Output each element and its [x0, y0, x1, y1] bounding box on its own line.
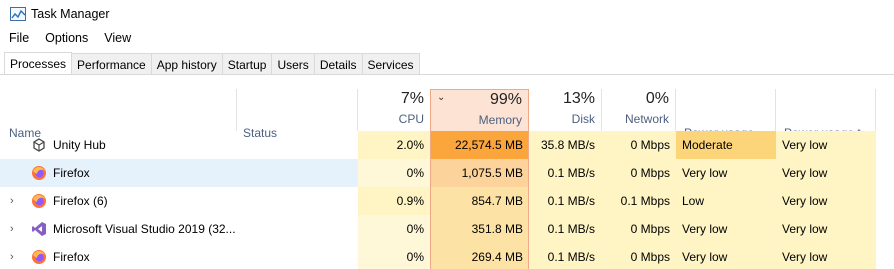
cpu-cell: 0%: [358, 243, 430, 269]
tab-performance[interactable]: Performance: [72, 53, 152, 75]
memory-cell: 854.7 MB: [430, 187, 529, 215]
disk-cell: 0.1 MB/s: [529, 215, 601, 243]
sort-descending-icon: ⌄: [437, 92, 446, 103]
chevron-right-icon[interactable]: ›: [10, 251, 14, 263]
memory-cell: 269.4 MB: [430, 243, 529, 269]
visual-studio-icon: [31, 221, 47, 237]
network-percent: 0%: [645, 90, 669, 107]
network-cell: 0 Mbps: [601, 159, 676, 187]
memory-cell: 1,075.5 MB: [430, 159, 529, 187]
firefox-icon: [31, 249, 47, 265]
firefox-icon: [31, 165, 47, 181]
memory-cell: 22,574.5 MB: [430, 131, 529, 159]
task-manager-icon: [10, 7, 26, 21]
process-name: Unity Hub: [53, 138, 106, 152]
process-name: Microsoft Visual Studio 2019 (32...: [53, 222, 236, 236]
power-trend-cell: Very low: [776, 159, 876, 187]
table-row[interactable]: › Firefox 0% 269.4 MB 0.1 MB/s 0 Mbps Very low…: [0, 243, 894, 269]
menu-bar: File Options View: [0, 29, 139, 49]
table-row[interactable]: › Microsoft Visual Studio 2019 (32... 0% 35…: [0, 215, 894, 243]
power-usage-cell: Very low: [676, 215, 776, 243]
process-name-cell[interactable]: › Firefox: [0, 243, 358, 269]
table-row[interactable]: › Firefox (6) 0.9% 854.7 MB 0.1 MB/s 0.1 Mbps…: [0, 187, 894, 215]
unity-icon: [31, 137, 47, 153]
power-trend-cell: Very low: [776, 243, 876, 269]
network-label: Network: [624, 112, 669, 126]
menu-file[interactable]: File: [0, 29, 37, 49]
menu-options[interactable]: Options: [37, 29, 96, 49]
memory-percent: 99%: [489, 91, 522, 108]
power-trend-cell: Very low: [776, 131, 876, 159]
tab-services[interactable]: Services: [362, 53, 420, 75]
memory-column-border: [430, 89, 431, 269]
tab-processes[interactable]: Processes: [4, 52, 73, 75]
power-usage-cell: Moderate: [676, 131, 776, 159]
disk-cell: 35.8 MB/s: [529, 131, 601, 159]
tab-divider: [0, 74, 894, 75]
table-row[interactable]: Firefox 0% 1,075.5 MB 0.1 MB/s 0 Mbps Very lo…: [0, 159, 894, 187]
title-bar: Task Manager: [0, 0, 894, 28]
process-name-cell[interactable]: › Firefox (6): [0, 187, 358, 215]
disk-cell: 0.1 MB/s: [529, 243, 601, 269]
firefox-icon: [31, 193, 47, 209]
power-usage-cell: Very low: [676, 159, 776, 187]
network-cell: 0.1 Mbps: [601, 187, 676, 215]
disk-cell: 0.1 MB/s: [529, 159, 601, 187]
tab-strip: Processes Performance App history Startu…: [4, 52, 420, 75]
network-cell: 0 Mbps: [601, 215, 676, 243]
tab-app-history[interactable]: App history: [151, 53, 223, 75]
tab-startup[interactable]: Startup: [222, 53, 273, 75]
process-name-cell[interactable]: Unity Hub: [0, 131, 358, 159]
tab-details[interactable]: Details: [314, 53, 363, 75]
cpu-percent: 7%: [400, 90, 424, 107]
memory-label: Memory: [478, 113, 522, 127]
chevron-right-icon[interactable]: ›: [10, 223, 14, 235]
cpu-cell: 0%: [358, 215, 430, 243]
power-usage-cell: Low: [676, 187, 776, 215]
cpu-cell: 2.0%: [358, 131, 430, 159]
disk-cell: 0.1 MB/s: [529, 187, 601, 215]
menu-view[interactable]: View: [96, 29, 139, 49]
process-name-cell[interactable]: › Microsoft Visual Studio 2019 (32...: [0, 215, 358, 243]
power-trend-cell: Very low: [776, 215, 876, 243]
cpu-cell: 0%: [358, 159, 430, 187]
memory-cell: 351.8 MB: [430, 215, 529, 243]
tab-users[interactable]: Users: [272, 53, 315, 75]
window-title: Task Manager: [31, 7, 110, 21]
chevron-right-icon[interactable]: ›: [10, 195, 14, 207]
column-divider[interactable]: [875, 89, 876, 131]
disk-label: Disk: [571, 112, 595, 126]
disk-percent: 13%: [562, 90, 595, 107]
memory-column-border: [528, 89, 529, 269]
network-cell: 0 Mbps: [601, 131, 676, 159]
process-name: Firefox (6): [53, 194, 108, 208]
process-name: Firefox: [53, 250, 90, 264]
power-trend-cell: Very low: [776, 187, 876, 215]
network-cell: 0 Mbps: [601, 243, 676, 269]
cpu-label: CPU: [398, 112, 424, 126]
table-row[interactable]: Unity Hub 2.0% 22,574.5 MB 35.8 MB/s 0 Mbps M…: [0, 131, 894, 159]
power-usage-cell: Very low: [676, 243, 776, 269]
cpu-cell: 0.9%: [358, 187, 430, 215]
process-name: Firefox: [53, 166, 90, 180]
process-name-cell[interactable]: Firefox: [0, 159, 358, 187]
